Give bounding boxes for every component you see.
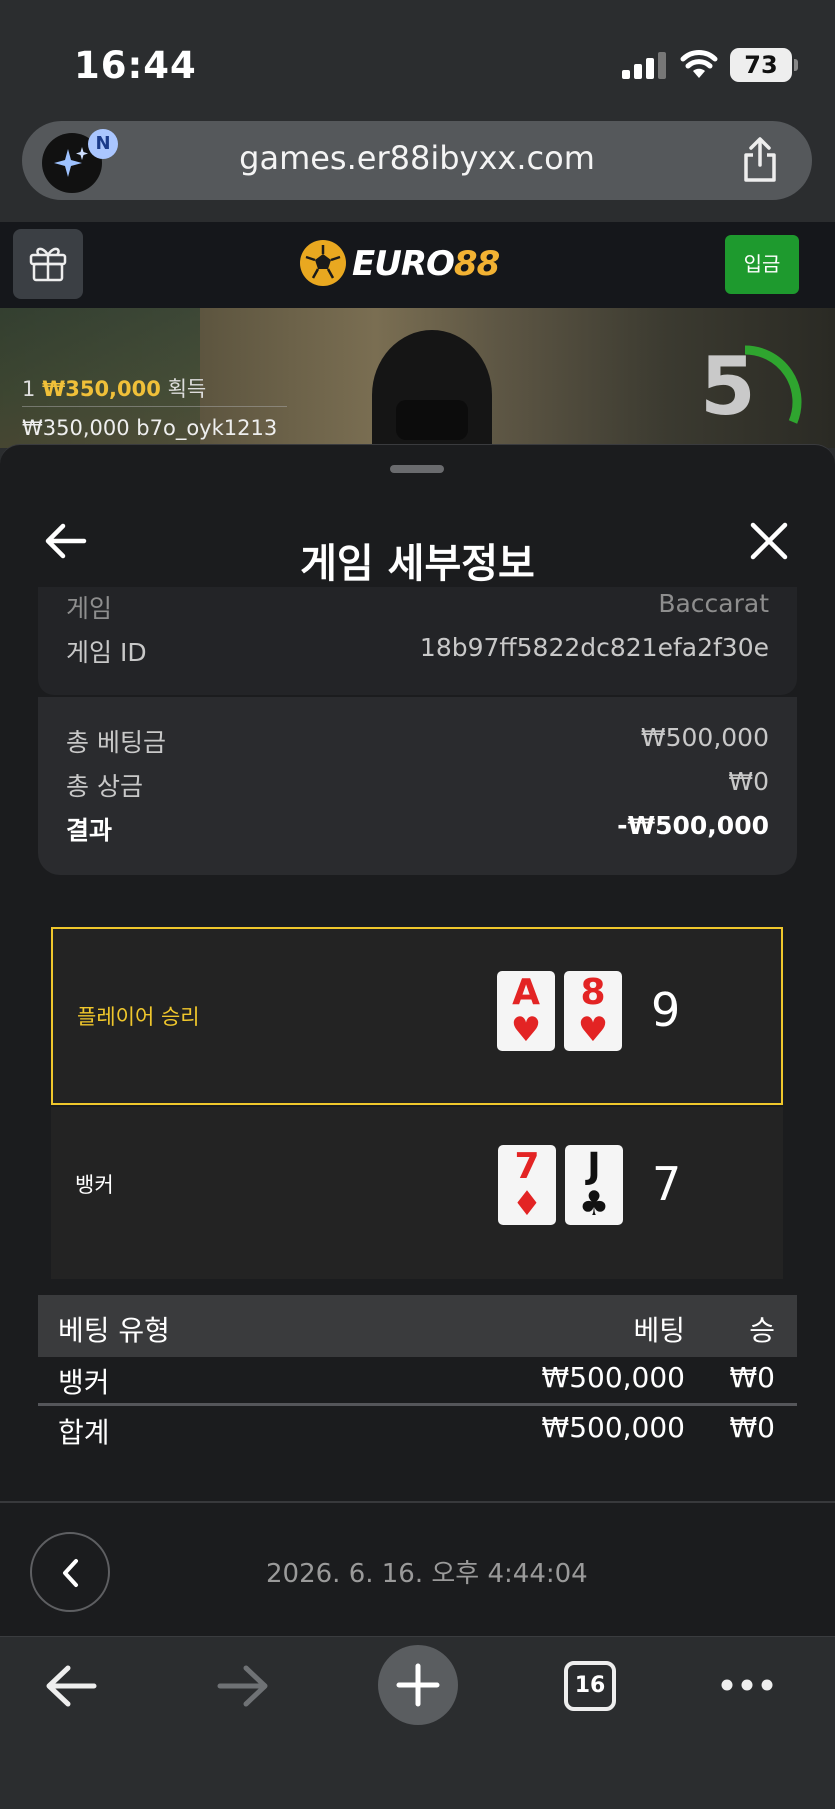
address-bar[interactable]: N games.er88ibyxx.com bbox=[22, 121, 812, 200]
dealer-mask bbox=[396, 400, 468, 440]
new-tab-button[interactable] bbox=[378, 1645, 458, 1725]
brand-name: EURO88 bbox=[352, 244, 500, 284]
game-row: 게임 Baccarat bbox=[66, 589, 769, 623]
playing-card: 7 ♦ bbox=[498, 1145, 556, 1225]
table-divider bbox=[38, 1403, 797, 1406]
plus-icon bbox=[396, 1663, 440, 1707]
sheet-title: 게임 세부정보 bbox=[300, 541, 535, 587]
wifi-icon bbox=[680, 50, 718, 78]
forward-arrow-icon[interactable] bbox=[216, 1663, 270, 1709]
sheet-header: 게임 세부정보 bbox=[0, 485, 835, 589]
banker-score: 7 bbox=[652, 1157, 682, 1211]
card-rank: J bbox=[587, 1146, 601, 1187]
row-win-amount: ₩0 bbox=[729, 1361, 776, 1394]
card-rank: A bbox=[512, 972, 540, 1013]
game-info-card: 게임 Baccarat 게임 ID 18b97ff5822dc821efa2f3… bbox=[38, 587, 797, 695]
total-bet-label: 총 베팅금 bbox=[66, 728, 166, 757]
playing-card: A ♥ bbox=[497, 971, 555, 1051]
live-video: 1 ₩350,000 획득 ₩350,000 b7o_oyk1213 5 bbox=[0, 308, 835, 448]
total-label: 합계 bbox=[58, 1416, 110, 1449]
site-header: EURO88 입금 bbox=[0, 222, 835, 308]
player-result-label: 플레이어 승리 bbox=[77, 1005, 200, 1029]
win-prefix: 1 bbox=[22, 377, 36, 401]
sheet-grabber[interactable] bbox=[390, 465, 444, 473]
card-rank: 7 bbox=[514, 1146, 540, 1187]
close-icon[interactable] bbox=[749, 521, 789, 561]
share-icon[interactable] bbox=[740, 137, 780, 183]
game-details-sheet: 게임 세부정보 게임 Baccarat 게임 ID 18b97ff5822dc8… bbox=[0, 444, 835, 1636]
game-label: 게임 bbox=[66, 594, 113, 623]
status-bar: 16:44 73 bbox=[0, 0, 835, 110]
brand-prefix: EURO bbox=[352, 244, 455, 284]
back-arrow-icon[interactable] bbox=[44, 1663, 98, 1709]
bet-table-header: 베팅 유형 베팅 승 bbox=[38, 1295, 797, 1357]
status-time: 16:44 bbox=[74, 44, 197, 87]
gift-icon bbox=[29, 247, 67, 282]
browser-toolbar: 16 bbox=[0, 1636, 835, 1809]
game-timestamp: 2026. 6. 16. 오후 4:44:04 bbox=[266, 1559, 588, 1589]
card-rank: 8 bbox=[580, 972, 606, 1013]
total-prize-label: 총 상금 bbox=[66, 772, 143, 801]
win-suffix: 획득 bbox=[167, 377, 207, 401]
banker-result: 뱅커 7 ♦ J ♣ 7 bbox=[51, 1107, 783, 1279]
result-row: 결과 -₩500,000 bbox=[66, 811, 769, 845]
tabs-button[interactable]: 16 bbox=[564, 1661, 616, 1711]
banker-result-label: 뱅커 bbox=[75, 1173, 114, 1197]
header-win: 승 bbox=[749, 1314, 775, 1347]
header-bet: 베팅 bbox=[633, 1314, 685, 1347]
card-suit-heart-icon: ♥ bbox=[577, 1010, 609, 1050]
footer-divider bbox=[0, 1501, 835, 1503]
result-value: -₩500,000 bbox=[617, 811, 769, 840]
gift-button[interactable] bbox=[13, 229, 83, 299]
recent-bet: ₩350,000 b7o_oyk1213 bbox=[22, 416, 278, 440]
battery-icon: 73 bbox=[730, 48, 798, 82]
playing-card: 8 ♥ bbox=[564, 971, 622, 1051]
total-prize-row: 총 상금 ₩0 bbox=[66, 767, 769, 801]
more-icon[interactable] bbox=[720, 1677, 774, 1693]
win-separator bbox=[22, 406, 287, 407]
player-result: 플레이어 승리 A ♥ 8 ♥ 9 bbox=[51, 927, 783, 1105]
row-bet-amount: ₩500,000 bbox=[541, 1361, 685, 1394]
chevron-left-icon bbox=[63, 1559, 78, 1587]
total-bet-value: ₩500,000 bbox=[640, 723, 769, 752]
recent-win: 1 ₩350,000 획득 bbox=[22, 373, 206, 403]
total-bet-amount: ₩500,000 bbox=[541, 1411, 685, 1444]
card-suit-club-icon: ♣ bbox=[578, 1184, 610, 1224]
card-suit-heart-icon: ♥ bbox=[510, 1010, 542, 1050]
win-amount: ₩350,000 bbox=[42, 377, 161, 401]
total-win-amount: ₩0 bbox=[729, 1411, 776, 1444]
signal-icon bbox=[622, 52, 666, 79]
brand-suffix: 88 bbox=[453, 244, 500, 284]
url-text[interactable]: games.er88ibyxx.com bbox=[22, 139, 812, 177]
game-value: Baccarat bbox=[658, 589, 769, 618]
playing-card: J ♣ bbox=[565, 1145, 623, 1225]
total-bet-row: 총 베팅금 ₩500,000 bbox=[66, 723, 769, 757]
card-suit-diamond-icon: ♦ bbox=[511, 1184, 543, 1224]
game-id-label: 게임 ID bbox=[66, 638, 147, 667]
bet-summary-card: 총 베팅금 ₩500,000 총 상금 ₩0 결과 -₩500,000 bbox=[38, 697, 797, 875]
game-id-row: 게임 ID 18b97ff5822dc821efa2f30e bbox=[66, 633, 769, 667]
game-id-value: 18b97ff5822dc821efa2f30e bbox=[419, 633, 769, 662]
deposit-button[interactable]: 입금 bbox=[725, 235, 799, 294]
previous-game-button[interactable] bbox=[30, 1532, 110, 1612]
soccer-ball-icon bbox=[300, 240, 346, 286]
player-score: 9 bbox=[651, 983, 681, 1037]
result-label: 결과 bbox=[66, 816, 113, 845]
row-bet-type: 뱅커 bbox=[58, 1366, 110, 1399]
header-bet-type: 베팅 유형 bbox=[58, 1314, 170, 1347]
countdown-timer: 5 bbox=[700, 340, 756, 433]
total-prize-value: ₩0 bbox=[728, 767, 769, 796]
